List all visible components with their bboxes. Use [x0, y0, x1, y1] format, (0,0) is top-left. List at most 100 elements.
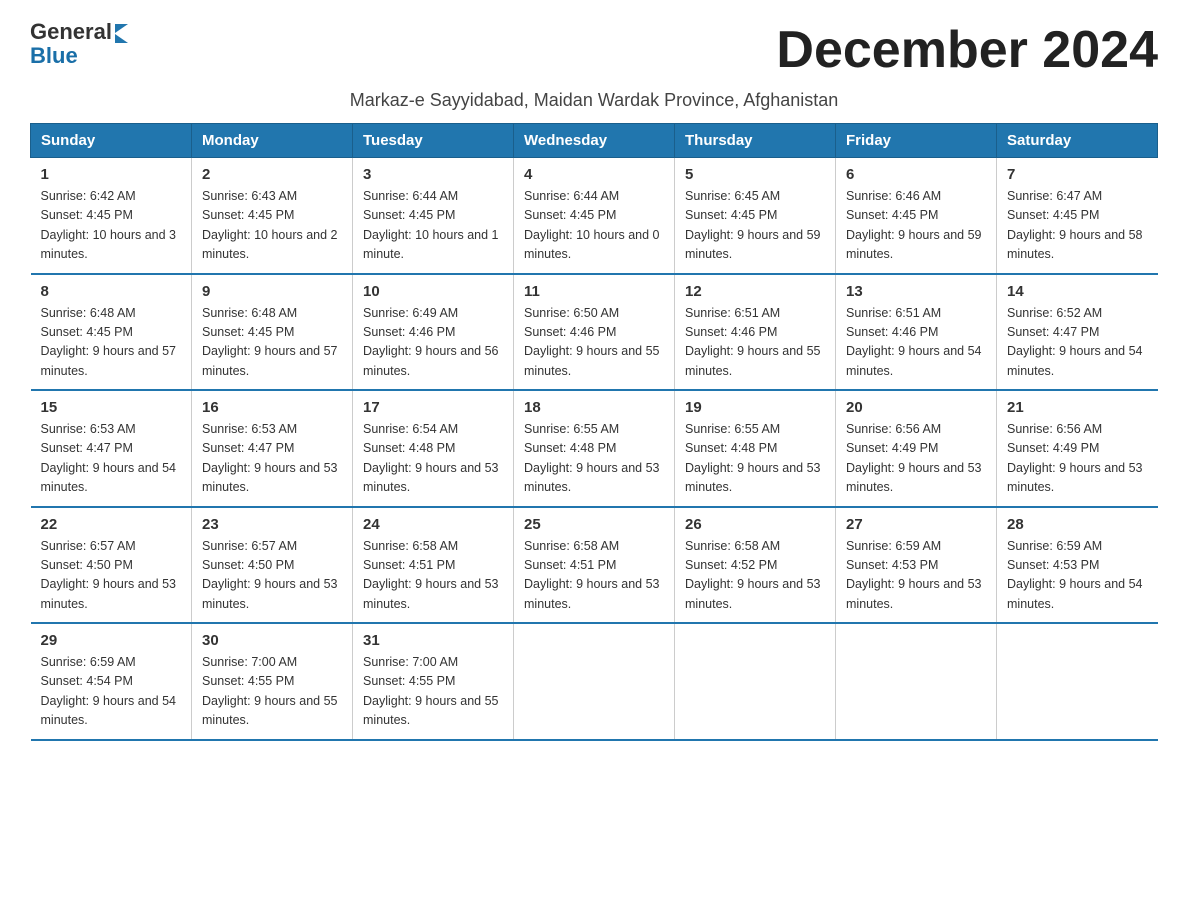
- month-title: December 2024: [776, 20, 1158, 80]
- day-info: Sunrise: 6:50 AM Sunset: 4:46 PM Dayligh…: [524, 304, 664, 382]
- subtitle: Markaz-e Sayyidabad, Maidan Wardak Provi…: [30, 90, 1158, 111]
- calendar-cell: 10 Sunrise: 6:49 AM Sunset: 4:46 PM Dayl…: [353, 274, 514, 391]
- calendar-cell: 15 Sunrise: 6:53 AM Sunset: 4:47 PM Dayl…: [31, 390, 192, 507]
- day-info: Sunrise: 6:58 AM Sunset: 4:51 PM Dayligh…: [363, 537, 503, 615]
- day-info: Sunrise: 6:53 AM Sunset: 4:47 PM Dayligh…: [41, 420, 182, 498]
- day-info: Sunrise: 6:55 AM Sunset: 4:48 PM Dayligh…: [524, 420, 664, 498]
- calendar-cell: 19 Sunrise: 6:55 AM Sunset: 4:48 PM Dayl…: [675, 390, 836, 507]
- calendar-cell: 25 Sunrise: 6:58 AM Sunset: 4:51 PM Dayl…: [514, 507, 675, 624]
- page-wrapper: General Blue December 2024 Markaz-e Sayy…: [30, 20, 1158, 741]
- day-info: Sunrise: 6:43 AM Sunset: 4:45 PM Dayligh…: [202, 187, 342, 265]
- calendar-cell: 3 Sunrise: 6:44 AM Sunset: 4:45 PM Dayli…: [353, 158, 514, 274]
- day-info: Sunrise: 6:48 AM Sunset: 4:45 PM Dayligh…: [202, 304, 342, 382]
- calendar-cell: 8 Sunrise: 6:48 AM Sunset: 4:45 PM Dayli…: [31, 274, 192, 391]
- calendar-week-1: 1 Sunrise: 6:42 AM Sunset: 4:45 PM Dayli…: [31, 158, 1158, 274]
- calendar-cell: 12 Sunrise: 6:51 AM Sunset: 4:46 PM Dayl…: [675, 274, 836, 391]
- weekday-header-row: SundayMondayTuesdayWednesdayThursdayFrid…: [31, 124, 1158, 158]
- day-info: Sunrise: 6:44 AM Sunset: 4:45 PM Dayligh…: [363, 187, 503, 265]
- day-info: Sunrise: 6:51 AM Sunset: 4:46 PM Dayligh…: [846, 304, 986, 382]
- calendar-cell: 14 Sunrise: 6:52 AM Sunset: 4:47 PM Dayl…: [997, 274, 1158, 391]
- calendar-cell: 4 Sunrise: 6:44 AM Sunset: 4:45 PM Dayli…: [514, 158, 675, 274]
- calendar-cell: 29 Sunrise: 6:59 AM Sunset: 4:54 PM Dayl…: [31, 623, 192, 740]
- day-number: 16: [202, 399, 342, 416]
- weekday-header-sunday: Sunday: [31, 124, 192, 158]
- calendar-cell: 11 Sunrise: 6:50 AM Sunset: 4:46 PM Dayl…: [514, 274, 675, 391]
- day-number: 9: [202, 283, 342, 300]
- calendar-cell: 7 Sunrise: 6:47 AM Sunset: 4:45 PM Dayli…: [997, 158, 1158, 274]
- day-info: Sunrise: 7:00 AM Sunset: 4:55 PM Dayligh…: [363, 653, 503, 731]
- calendar-cell: 20 Sunrise: 6:56 AM Sunset: 4:49 PM Dayl…: [836, 390, 997, 507]
- day-number: 23: [202, 516, 342, 533]
- day-info: Sunrise: 6:47 AM Sunset: 4:45 PM Dayligh…: [1007, 187, 1148, 265]
- day-number: 11: [524, 283, 664, 300]
- calendar-cell: 1 Sunrise: 6:42 AM Sunset: 4:45 PM Dayli…: [31, 158, 192, 274]
- logo-blue-text: Blue: [30, 43, 78, 68]
- weekday-header-saturday: Saturday: [997, 124, 1158, 158]
- calendar-cell: 22 Sunrise: 6:57 AM Sunset: 4:50 PM Dayl…: [31, 507, 192, 624]
- calendar-week-3: 15 Sunrise: 6:53 AM Sunset: 4:47 PM Dayl…: [31, 390, 1158, 507]
- calendar-cell: 5 Sunrise: 6:45 AM Sunset: 4:45 PM Dayli…: [675, 158, 836, 274]
- day-number: 17: [363, 399, 503, 416]
- calendar-week-4: 22 Sunrise: 6:57 AM Sunset: 4:50 PM Dayl…: [31, 507, 1158, 624]
- day-info: Sunrise: 6:58 AM Sunset: 4:51 PM Dayligh…: [524, 537, 664, 615]
- day-info: Sunrise: 6:49 AM Sunset: 4:46 PM Dayligh…: [363, 304, 503, 382]
- day-number: 8: [41, 283, 182, 300]
- day-number: 20: [846, 399, 986, 416]
- weekday-header-wednesday: Wednesday: [514, 124, 675, 158]
- day-number: 15: [41, 399, 182, 416]
- day-number: 5: [685, 166, 825, 183]
- day-number: 13: [846, 283, 986, 300]
- weekday-header-thursday: Thursday: [675, 124, 836, 158]
- day-number: 27: [846, 516, 986, 533]
- calendar-cell: 6 Sunrise: 6:46 AM Sunset: 4:45 PM Dayli…: [836, 158, 997, 274]
- calendar-cell: 13 Sunrise: 6:51 AM Sunset: 4:46 PM Dayl…: [836, 274, 997, 391]
- day-info: Sunrise: 6:54 AM Sunset: 4:48 PM Dayligh…: [363, 420, 503, 498]
- day-info: Sunrise: 6:57 AM Sunset: 4:50 PM Dayligh…: [202, 537, 342, 615]
- day-number: 30: [202, 632, 342, 649]
- day-info: Sunrise: 6:59 AM Sunset: 4:53 PM Dayligh…: [1007, 537, 1148, 615]
- calendar-cell: 9 Sunrise: 6:48 AM Sunset: 4:45 PM Dayli…: [192, 274, 353, 391]
- day-number: 26: [685, 516, 825, 533]
- day-info: Sunrise: 6:53 AM Sunset: 4:47 PM Dayligh…: [202, 420, 342, 498]
- day-number: 21: [1007, 399, 1148, 416]
- calendar-cell: [675, 623, 836, 740]
- day-info: Sunrise: 6:48 AM Sunset: 4:45 PM Dayligh…: [41, 304, 182, 382]
- day-info: Sunrise: 6:59 AM Sunset: 4:53 PM Dayligh…: [846, 537, 986, 615]
- calendar-cell: 31 Sunrise: 7:00 AM Sunset: 4:55 PM Dayl…: [353, 623, 514, 740]
- calendar-cell: [514, 623, 675, 740]
- day-number: 10: [363, 283, 503, 300]
- day-number: 4: [524, 166, 664, 183]
- day-info: Sunrise: 6:56 AM Sunset: 4:49 PM Dayligh…: [1007, 420, 1148, 498]
- weekday-header-friday: Friday: [836, 124, 997, 158]
- day-info: Sunrise: 6:45 AM Sunset: 4:45 PM Dayligh…: [685, 187, 825, 265]
- day-number: 22: [41, 516, 182, 533]
- day-number: 29: [41, 632, 182, 649]
- day-info: Sunrise: 6:59 AM Sunset: 4:54 PM Dayligh…: [41, 653, 182, 731]
- logo: General Blue: [30, 20, 128, 68]
- calendar-table: SundayMondayTuesdayWednesdayThursdayFrid…: [30, 123, 1158, 741]
- day-number: 14: [1007, 283, 1148, 300]
- day-number: 3: [363, 166, 503, 183]
- weekday-header-monday: Monday: [192, 124, 353, 158]
- day-number: 24: [363, 516, 503, 533]
- calendar-cell: 28 Sunrise: 6:59 AM Sunset: 4:53 PM Dayl…: [997, 507, 1158, 624]
- day-number: 6: [846, 166, 986, 183]
- day-info: Sunrise: 6:55 AM Sunset: 4:48 PM Dayligh…: [685, 420, 825, 498]
- calendar-cell: 16 Sunrise: 6:53 AM Sunset: 4:47 PM Dayl…: [192, 390, 353, 507]
- day-number: 19: [685, 399, 825, 416]
- calendar-cell: 23 Sunrise: 6:57 AM Sunset: 4:50 PM Dayl…: [192, 507, 353, 624]
- calendar-week-5: 29 Sunrise: 6:59 AM Sunset: 4:54 PM Dayl…: [31, 623, 1158, 740]
- day-number: 31: [363, 632, 503, 649]
- calendar-cell: 26 Sunrise: 6:58 AM Sunset: 4:52 PM Dayl…: [675, 507, 836, 624]
- day-info: Sunrise: 6:58 AM Sunset: 4:52 PM Dayligh…: [685, 537, 825, 615]
- calendar-cell: 30 Sunrise: 7:00 AM Sunset: 4:55 PM Dayl…: [192, 623, 353, 740]
- day-number: 2: [202, 166, 342, 183]
- weekday-header-tuesday: Tuesday: [353, 124, 514, 158]
- calendar-cell: 17 Sunrise: 6:54 AM Sunset: 4:48 PM Dayl…: [353, 390, 514, 507]
- day-info: Sunrise: 6:56 AM Sunset: 4:49 PM Dayligh…: [846, 420, 986, 498]
- calendar-cell: 18 Sunrise: 6:55 AM Sunset: 4:48 PM Dayl…: [514, 390, 675, 507]
- calendar-cell: 24 Sunrise: 6:58 AM Sunset: 4:51 PM Dayl…: [353, 507, 514, 624]
- header: General Blue December 2024: [30, 20, 1158, 80]
- calendar-week-2: 8 Sunrise: 6:48 AM Sunset: 4:45 PM Dayli…: [31, 274, 1158, 391]
- logo-general-text: General: [30, 20, 112, 44]
